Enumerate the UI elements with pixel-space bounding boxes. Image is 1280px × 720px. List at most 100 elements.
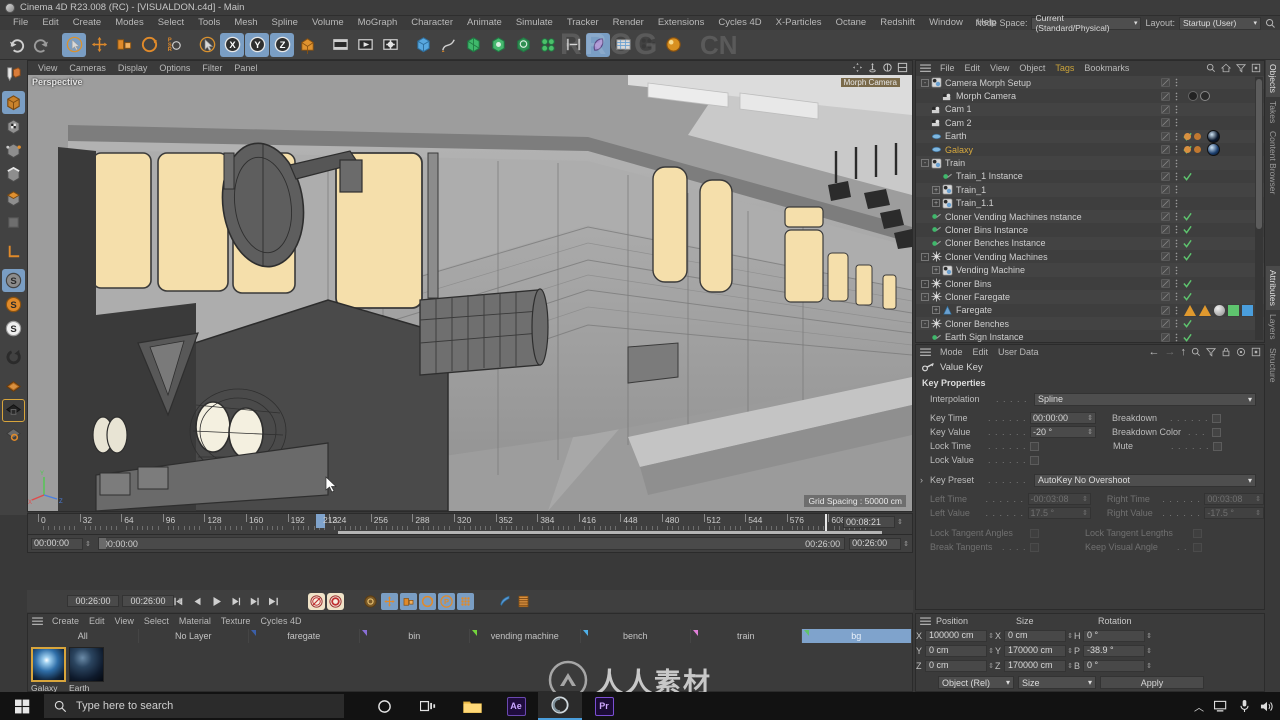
menu-item-render[interactable]: Render bbox=[606, 16, 651, 30]
object-row[interactable]: Morph Camera bbox=[916, 89, 1264, 102]
visibility-icon[interactable] bbox=[1161, 118, 1170, 127]
object-row[interactable]: -Cloner Bins bbox=[916, 277, 1264, 290]
visibility-icon[interactable] bbox=[1161, 225, 1170, 234]
object-row[interactable]: Earth bbox=[916, 130, 1264, 143]
volume-icon[interactable] bbox=[1260, 700, 1274, 713]
visibility-icon[interactable] bbox=[1161, 199, 1170, 208]
dots-icon[interactable] bbox=[1172, 252, 1181, 261]
menu-item-mograph[interactable]: MoGraph bbox=[351, 16, 405, 30]
material-item[interactable]: Earth bbox=[69, 647, 104, 693]
search-icon[interactable] bbox=[1206, 63, 1216, 73]
material-layer-no-layer[interactable]: No Layer bbox=[139, 629, 250, 643]
left-time-field[interactable]: -00:03:08 ⇕ bbox=[1028, 493, 1091, 505]
tree-expander[interactable]: + bbox=[932, 266, 940, 274]
point-mode[interactable] bbox=[2, 139, 25, 162]
node-space-select[interactable]: Current (Standard/Physical) ▾ bbox=[1031, 17, 1141, 30]
filter-icon[interactable] bbox=[1206, 347, 1216, 357]
dots-icon[interactable] bbox=[1172, 279, 1181, 288]
dots-icon[interactable] bbox=[1172, 145, 1181, 154]
menu-item-simulate[interactable]: Simulate bbox=[509, 16, 560, 30]
object-row[interactable]: -Cloner Vending Machines bbox=[916, 250, 1264, 263]
check-icon[interactable] bbox=[1183, 333, 1192, 342]
spinner-icon[interactable]: ⇕ bbox=[1082, 508, 1088, 519]
menu-item-octane[interactable]: Octane bbox=[829, 16, 874, 30]
spinner-icon[interactable]: ⇕ bbox=[1145, 662, 1153, 670]
scene-object-button[interactable] bbox=[511, 33, 535, 57]
tree-expander[interactable]: - bbox=[921, 280, 929, 288]
step-forward-button[interactable] bbox=[227, 593, 244, 610]
pan-icon[interactable] bbox=[852, 62, 863, 73]
zoom-icon[interactable] bbox=[867, 62, 878, 73]
hamburger-icon[interactable] bbox=[920, 348, 931, 357]
tree-expander[interactable]: - bbox=[921, 159, 929, 167]
visibility-icon[interactable] bbox=[1161, 145, 1170, 154]
taskbar-search-box[interactable]: Type here to search bbox=[44, 694, 344, 718]
object-row[interactable]: -Camera Morph Setup bbox=[916, 76, 1264, 89]
dots-icon[interactable] bbox=[1172, 132, 1181, 141]
check-icon[interactable] bbox=[1183, 279, 1192, 288]
tree-expander[interactable]: + bbox=[932, 186, 940, 194]
viewport-menu-options[interactable]: Options bbox=[153, 61, 196, 75]
object-material-tags[interactable] bbox=[1184, 143, 1220, 156]
search-icon[interactable] bbox=[1265, 18, 1276, 29]
visibility-icon[interactable] bbox=[1161, 185, 1170, 194]
lock-value-checkbox[interactable] bbox=[1030, 456, 1039, 465]
mograph-button[interactable] bbox=[536, 33, 560, 57]
current-time-field[interactable]: 00:00:00 bbox=[31, 538, 83, 550]
size-y-field[interactable]: 170000 cm bbox=[1004, 645, 1066, 657]
spinner-icon[interactable]: ⇕ bbox=[1087, 413, 1093, 424]
position-x-field[interactable]: 100000 cm bbox=[925, 630, 987, 642]
array-button[interactable] bbox=[486, 33, 510, 57]
tab-layers[interactable]: Layers bbox=[1266, 310, 1280, 344]
object-row[interactable]: Cam 1 bbox=[916, 103, 1264, 116]
object-row[interactable]: Galaxy bbox=[916, 143, 1264, 156]
material-layer-bin[interactable]: bin bbox=[360, 629, 471, 643]
timeline-button[interactable] bbox=[515, 593, 532, 610]
add-cube-button[interactable] bbox=[411, 33, 435, 57]
rotation-key-button[interactable] bbox=[419, 593, 436, 610]
select-mode-button[interactable] bbox=[195, 33, 219, 57]
viewport-menu-filter[interactable]: Filter bbox=[196, 61, 228, 75]
material-menu-edit[interactable]: Edit bbox=[84, 614, 110, 629]
right-value-field[interactable]: -17.5 ° ⇕ bbox=[1204, 507, 1264, 519]
menu-item-file[interactable]: File bbox=[6, 16, 35, 30]
planar-workplane[interactable] bbox=[2, 423, 25, 446]
dots-icon[interactable] bbox=[1172, 239, 1181, 248]
check-icon[interactable] bbox=[1183, 172, 1192, 181]
material-menu-view[interactable]: View bbox=[110, 614, 139, 629]
keyframe-selection-button[interactable] bbox=[362, 593, 379, 610]
object-row[interactable]: Cam 2 bbox=[916, 116, 1264, 129]
menu-item-volume[interactable]: Volume bbox=[305, 16, 351, 30]
play-button[interactable] bbox=[208, 593, 225, 610]
object-row[interactable]: +Train_1 bbox=[916, 183, 1264, 196]
object-row[interactable]: +Train_1.1 bbox=[916, 197, 1264, 210]
axis-y-button[interactable]: Y bbox=[245, 33, 269, 57]
tree-expander[interactable]: - bbox=[921, 293, 929, 301]
object-row[interactable]: Cloner Bins Instance bbox=[916, 223, 1264, 236]
sound-button[interactable] bbox=[496, 593, 513, 610]
spinner-icon[interactable]: ⇕ bbox=[1066, 632, 1074, 640]
dots-icon[interactable] bbox=[1172, 92, 1181, 101]
maximize-icon[interactable] bbox=[897, 62, 908, 73]
check-icon[interactable] bbox=[1183, 252, 1192, 261]
layout-select[interactable]: Startup (User) ▾ bbox=[1179, 17, 1261, 30]
step-back-button[interactable] bbox=[189, 593, 206, 610]
object-manager-scrollbar[interactable] bbox=[1255, 77, 1263, 340]
menu-item-tools[interactable]: Tools bbox=[191, 16, 227, 30]
visibility-icon[interactable] bbox=[1161, 279, 1170, 288]
break-tangents-checkbox[interactable] bbox=[1030, 543, 1039, 552]
live-selection-button[interactable] bbox=[62, 33, 86, 57]
render-view-button[interactable] bbox=[328, 33, 352, 57]
transport-time-1[interactable]: 00:26:00 bbox=[67, 595, 119, 607]
spinner-icon[interactable]: ⇕ bbox=[987, 662, 995, 670]
timeline-end-marker[interactable] bbox=[825, 514, 827, 531]
menu-item-select[interactable]: Select bbox=[151, 16, 191, 30]
viewport-menu-display[interactable]: Display bbox=[112, 61, 154, 75]
visibility-icon[interactable] bbox=[1161, 333, 1170, 342]
material-layer-bg[interactable]: bg bbox=[802, 629, 913, 643]
spinner-icon[interactable]: ⇕ bbox=[1145, 632, 1153, 640]
expand-arrow-icon[interactable]: › bbox=[920, 475, 930, 485]
object-row[interactable]: Train_1 Instance bbox=[916, 170, 1264, 183]
undo-tool[interactable] bbox=[2, 62, 25, 85]
rotate-icon[interactable] bbox=[882, 62, 893, 73]
